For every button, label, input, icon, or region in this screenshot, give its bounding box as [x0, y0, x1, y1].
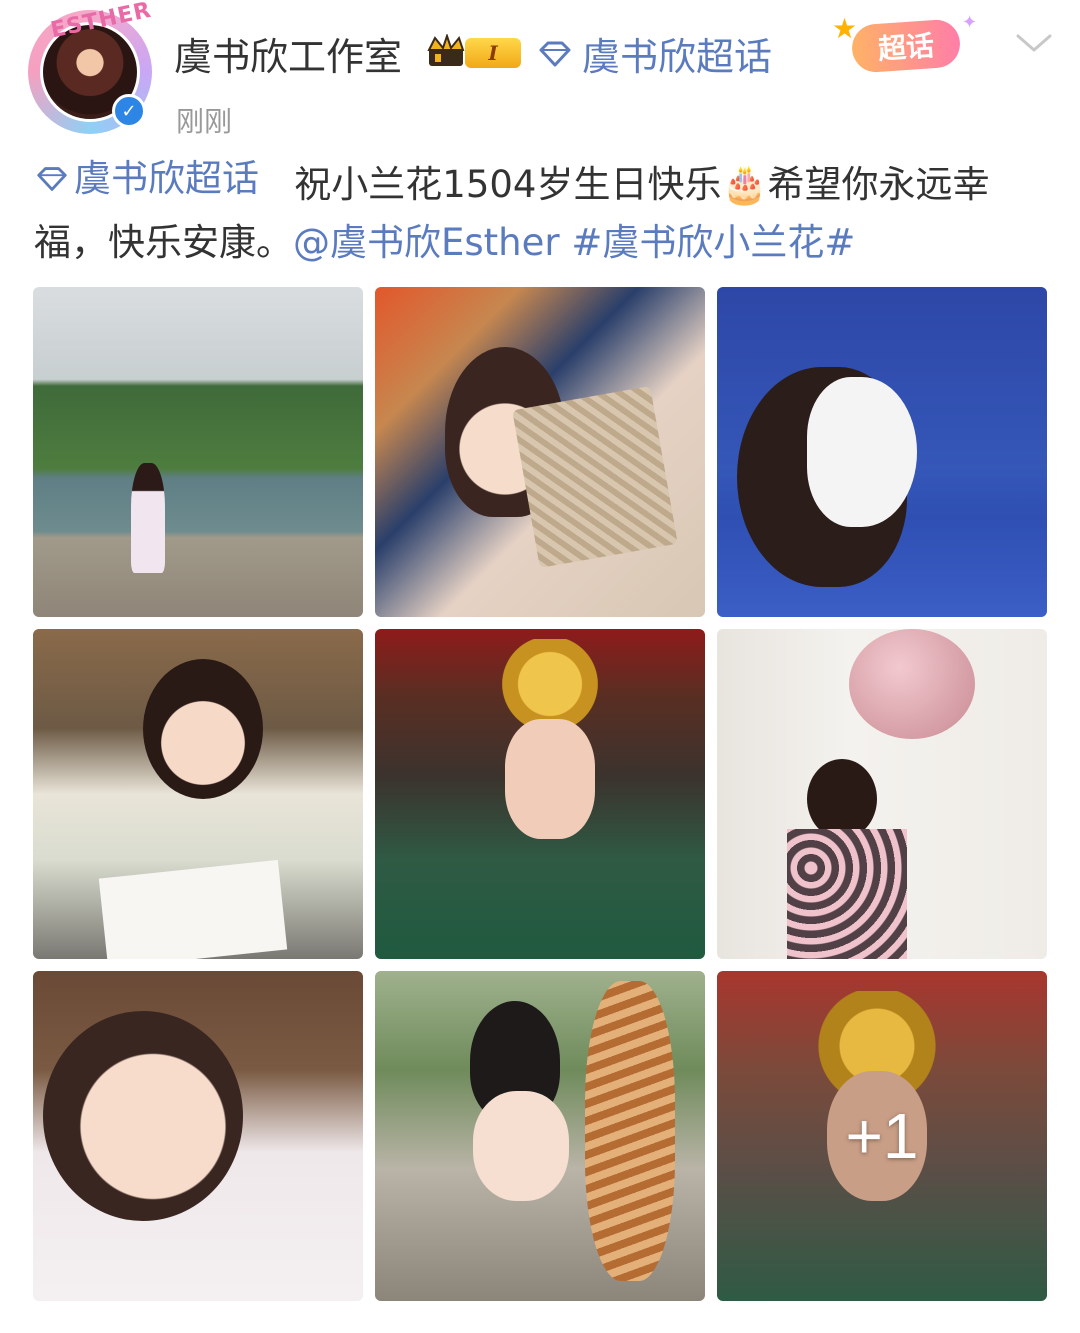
- verified-icon: ✓: [112, 94, 146, 128]
- member-level-badge[interactable]: I: [425, 32, 525, 72]
- supertopic-name: 虞书欣超话: [582, 35, 773, 79]
- gallery-image-8[interactable]: [375, 971, 705, 1301]
- post-supertopic-name: 虞书欣超话: [74, 157, 259, 200]
- post-timestamp: 刚刚: [176, 105, 233, 138]
- supertopic-button-label: 超话: [850, 18, 962, 74]
- mention-link[interactable]: @虞书欣Esther: [293, 221, 560, 264]
- username[interactable]: 虞书欣工作室: [174, 26, 402, 81]
- supertopic-link[interactable]: 虞书欣超话: [536, 26, 772, 81]
- post-body: 虞书欣超话 祝小兰花1504岁生日快乐🎂希望你永远幸福，快乐安康。@虞书欣Est…: [34, 150, 1054, 272]
- gallery-image-9[interactable]: +1: [717, 971, 1047, 1301]
- gallery-image-2[interactable]: [375, 287, 705, 617]
- hashtag-link[interactable]: #虞书欣小兰花#: [571, 221, 855, 264]
- supertopic-button[interactable]: ★ 超话 ✦: [826, 12, 986, 78]
- gallery-image-3[interactable]: [717, 287, 1047, 617]
- avatar[interactable]: ESTHER ✓: [28, 0, 154, 134]
- gallery-image-4[interactable]: [33, 629, 363, 959]
- more-images-count: +1: [845, 1100, 919, 1172]
- diamond-icon: [37, 167, 67, 191]
- gallery-image-6[interactable]: [717, 629, 1047, 959]
- image-gallery: +1: [33, 287, 1048, 1302]
- sparkle-icon: ✦: [962, 12, 978, 33]
- gallery-image-1[interactable]: [33, 287, 363, 617]
- chevron-down-icon[interactable]: [1014, 28, 1054, 58]
- post-text-main: 祝小兰花1504岁生日快乐: [294, 163, 722, 206]
- gallery-image-7[interactable]: [33, 971, 363, 1301]
- level-label: I: [465, 38, 521, 68]
- gallery-image-5[interactable]: [375, 629, 705, 959]
- crown-icon: [427, 34, 465, 66]
- diamond-icon: [539, 41, 571, 66]
- post-supertopic-link[interactable]: 虞书欣超话: [34, 150, 259, 208]
- cake-icon: 🎂: [721, 163, 768, 206]
